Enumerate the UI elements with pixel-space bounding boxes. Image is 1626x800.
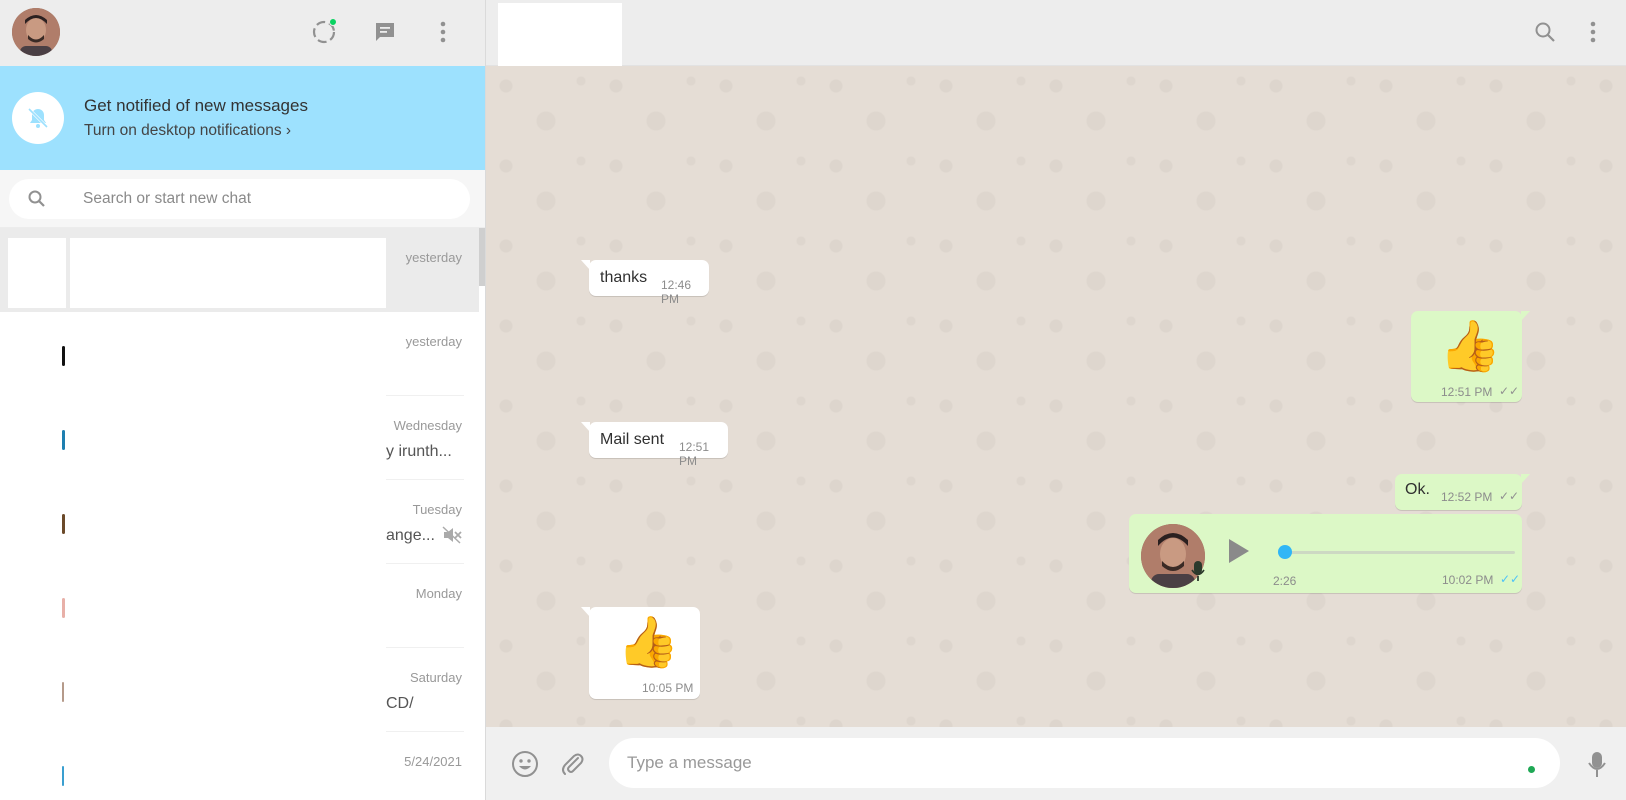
chat-row[interactable]: Wednesday y irunth... xyxy=(0,396,479,480)
enable-notifications-link[interactable]: Turn on desktop notifications › xyxy=(84,122,291,140)
message-time: 12:52 PM xyxy=(1441,490,1493,504)
attach-icon[interactable] xyxy=(555,747,589,781)
redacted-avatar xyxy=(8,238,66,308)
message-time: 12:51 PM xyxy=(679,440,710,468)
message-time: 10:05 PM xyxy=(642,681,694,695)
avatar xyxy=(62,514,65,534)
muted-icon xyxy=(442,526,462,549)
avatar xyxy=(62,346,65,366)
outgoing-sticker-message[interactable]: 👍 12:51 PM ✓✓ xyxy=(1411,311,1530,402)
thumbs-up-icon: 👍 xyxy=(1439,318,1502,374)
chat-row[interactable]: yesterday xyxy=(0,312,479,396)
chat-time: Tuesday xyxy=(412,502,462,517)
left-header xyxy=(0,0,485,66)
redacted-chat-info xyxy=(70,238,386,308)
chat-wallpaper: thanks 12:46 PM 👍 12:51 PM ✓✓ Mail sent … xyxy=(486,66,1626,727)
microphone-icon xyxy=(1191,560,1205,587)
bubble-tail xyxy=(581,260,590,270)
outgoing-voice-message[interactable]: 2:26 10:02 PM ✓✓ xyxy=(1129,514,1522,593)
menu-icon[interactable] xyxy=(427,16,459,48)
redacted-contact-info[interactable] xyxy=(498,3,622,67)
double-check-read-icon: ✓✓ xyxy=(1500,572,1521,586)
search-bar xyxy=(0,170,485,228)
play-icon[interactable] xyxy=(1223,536,1253,566)
search-input[interactable] xyxy=(83,179,453,219)
message-time: 12:46 PM xyxy=(661,278,692,306)
avatar xyxy=(62,682,64,702)
outgoing-message[interactable]: Ok. 12:52 PM ✓✓ xyxy=(1395,474,1530,510)
chat-list-scrollbar[interactable] xyxy=(479,228,485,286)
incoming-message[interactable]: thanks 12:46 PM xyxy=(581,260,709,306)
bubble-tail xyxy=(1521,311,1530,321)
avatar xyxy=(62,766,64,786)
grammar-indicator-dot xyxy=(1528,766,1535,773)
notification-title: Get notified of new messages xyxy=(84,96,308,115)
bubble-tail xyxy=(1521,474,1530,484)
chat-row[interactable]: Monday xyxy=(0,564,479,648)
double-check-icon: ✓✓ xyxy=(1499,384,1520,398)
conversation-panel: thanks 12:46 PM 👍 12:51 PM ✓✓ Mail sent … xyxy=(486,0,1626,800)
avatar xyxy=(62,598,65,618)
incoming-message[interactable]: Mail sent 12:51 PM xyxy=(581,422,728,468)
audio-progress-track[interactable] xyxy=(1283,551,1515,554)
bell-off-icon xyxy=(12,92,64,144)
chat-row[interactable]: Saturday CD/ xyxy=(0,648,479,732)
status-unread-dot xyxy=(329,18,337,26)
chat-time: Saturday xyxy=(409,670,462,685)
chat-time: yesterday xyxy=(405,250,462,265)
chat-preview: CD/ xyxy=(386,695,414,712)
message-time: 10:02 PM xyxy=(1442,573,1494,587)
search-icon[interactable] xyxy=(1529,16,1561,48)
message-text: Mail sent xyxy=(600,431,665,448)
search-box xyxy=(9,179,470,219)
message-time: 12:51 PM xyxy=(1441,385,1493,399)
chat-preview: y irunth... xyxy=(386,443,452,460)
chat-preview: ange... xyxy=(386,527,435,544)
new-chat-icon[interactable] xyxy=(369,16,401,48)
chat-row[interactable]: Tuesday ange... xyxy=(0,480,479,564)
status-icon[interactable] xyxy=(308,16,340,48)
message-box xyxy=(609,738,1560,788)
message-composer xyxy=(486,727,1626,800)
search-icon[interactable] xyxy=(27,189,47,214)
bubble-tail xyxy=(581,422,590,432)
chat-list-panel: Get notified of new messages Turn on des… xyxy=(0,0,486,800)
menu-icon[interactable] xyxy=(1577,16,1609,48)
bubble-tail xyxy=(581,607,590,617)
audio-duration: 2:26 xyxy=(1273,574,1297,588)
chat-list: yesterday yesterday Wednesday y irunth..… xyxy=(0,228,485,800)
message-text: Ok. xyxy=(1405,481,1430,498)
chat-time: Monday xyxy=(415,586,462,601)
chat-time: Wednesday xyxy=(393,418,462,433)
chat-time: yesterday xyxy=(405,334,462,349)
emoji-icon[interactable] xyxy=(508,747,542,781)
double-check-icon: ✓✓ xyxy=(1499,489,1520,503)
avatar xyxy=(62,430,65,450)
notification-banner: Get notified of new messages Turn on des… xyxy=(0,66,485,170)
message-input[interactable] xyxy=(623,738,1523,788)
microphone-icon[interactable] xyxy=(1580,747,1614,781)
message-text: thanks xyxy=(600,269,648,286)
incoming-sticker-message[interactable]: 👍 10:05 PM xyxy=(581,607,700,699)
chat-row[interactable]: yesterday xyxy=(0,228,479,312)
thumbs-up-icon: 👍 xyxy=(617,614,680,670)
audio-seek-handle[interactable] xyxy=(1278,545,1292,559)
conversation-header xyxy=(486,0,1626,67)
profile-avatar[interactable] xyxy=(12,8,60,56)
chat-time: 5/24/2021 xyxy=(404,754,462,769)
chat-row[interactable]: 5/24/2021 xyxy=(0,732,479,800)
